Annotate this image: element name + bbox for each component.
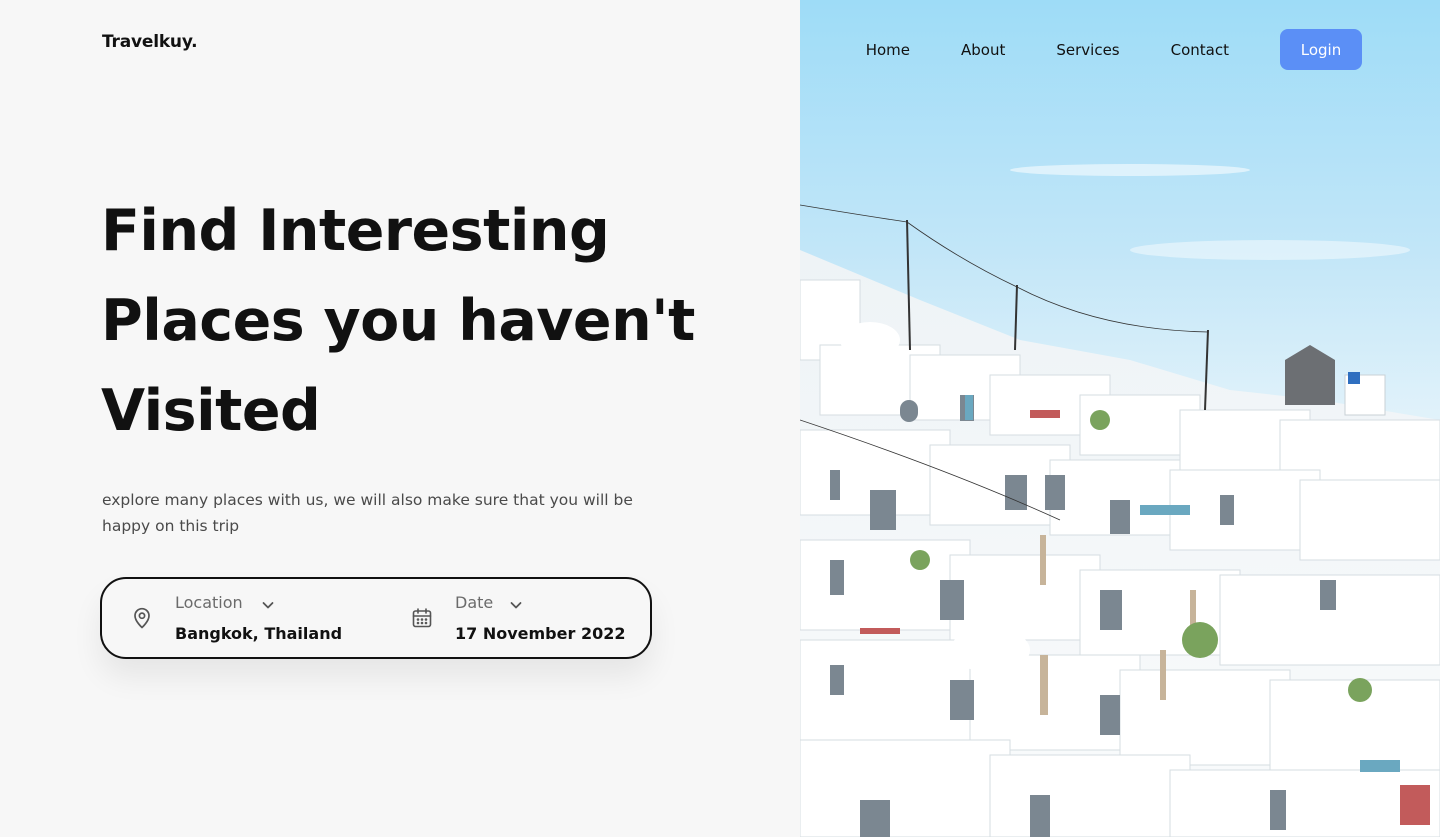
main-nav: Home About Services Contact Login — [866, 29, 1362, 70]
left-panel: Travelkuy. Find Interesting Places you h… — [0, 0, 800, 837]
santorini-village-photo — [800, 0, 1440, 837]
chevron-down-icon[interactable] — [260, 597, 276, 613]
map-pin-icon — [130, 606, 154, 630]
date-selector[interactable]: Date 17 November 2022 — [410, 579, 640, 657]
date-label: Date — [455, 593, 494, 612]
search-bar: Location Bangkok, Thailand Date 17 Novem… — [100, 577, 652, 659]
location-selector[interactable]: Location Bangkok, Thailand — [130, 579, 380, 657]
login-button[interactable]: Login — [1280, 29, 1362, 70]
location-label: Location — [175, 593, 243, 612]
nav-services[interactable]: Services — [1056, 41, 1119, 59]
brand-logo[interactable]: Travelkuy. — [102, 32, 198, 52]
hero-image: Home About Services Contact Login — [800, 0, 1440, 837]
hero-title: Find Interesting Places you haven't Visi… — [101, 186, 721, 456]
location-value: Bangkok, Thailand — [175, 624, 343, 643]
date-value: 17 November 2022 — [455, 624, 626, 643]
nav-home[interactable]: Home — [866, 41, 910, 59]
calendar-icon — [410, 606, 434, 630]
chevron-down-icon[interactable] — [508, 597, 524, 613]
hero-title-line: Visited — [101, 378, 321, 444]
hero-title-line: Find Interesting — [101, 198, 610, 264]
nav-about[interactable]: About — [961, 41, 1005, 59]
hero-title-line: Places you haven't — [101, 288, 695, 354]
nav-contact[interactable]: Contact — [1171, 41, 1229, 59]
hero-subtitle: explore many places with us, we will als… — [102, 491, 633, 535]
